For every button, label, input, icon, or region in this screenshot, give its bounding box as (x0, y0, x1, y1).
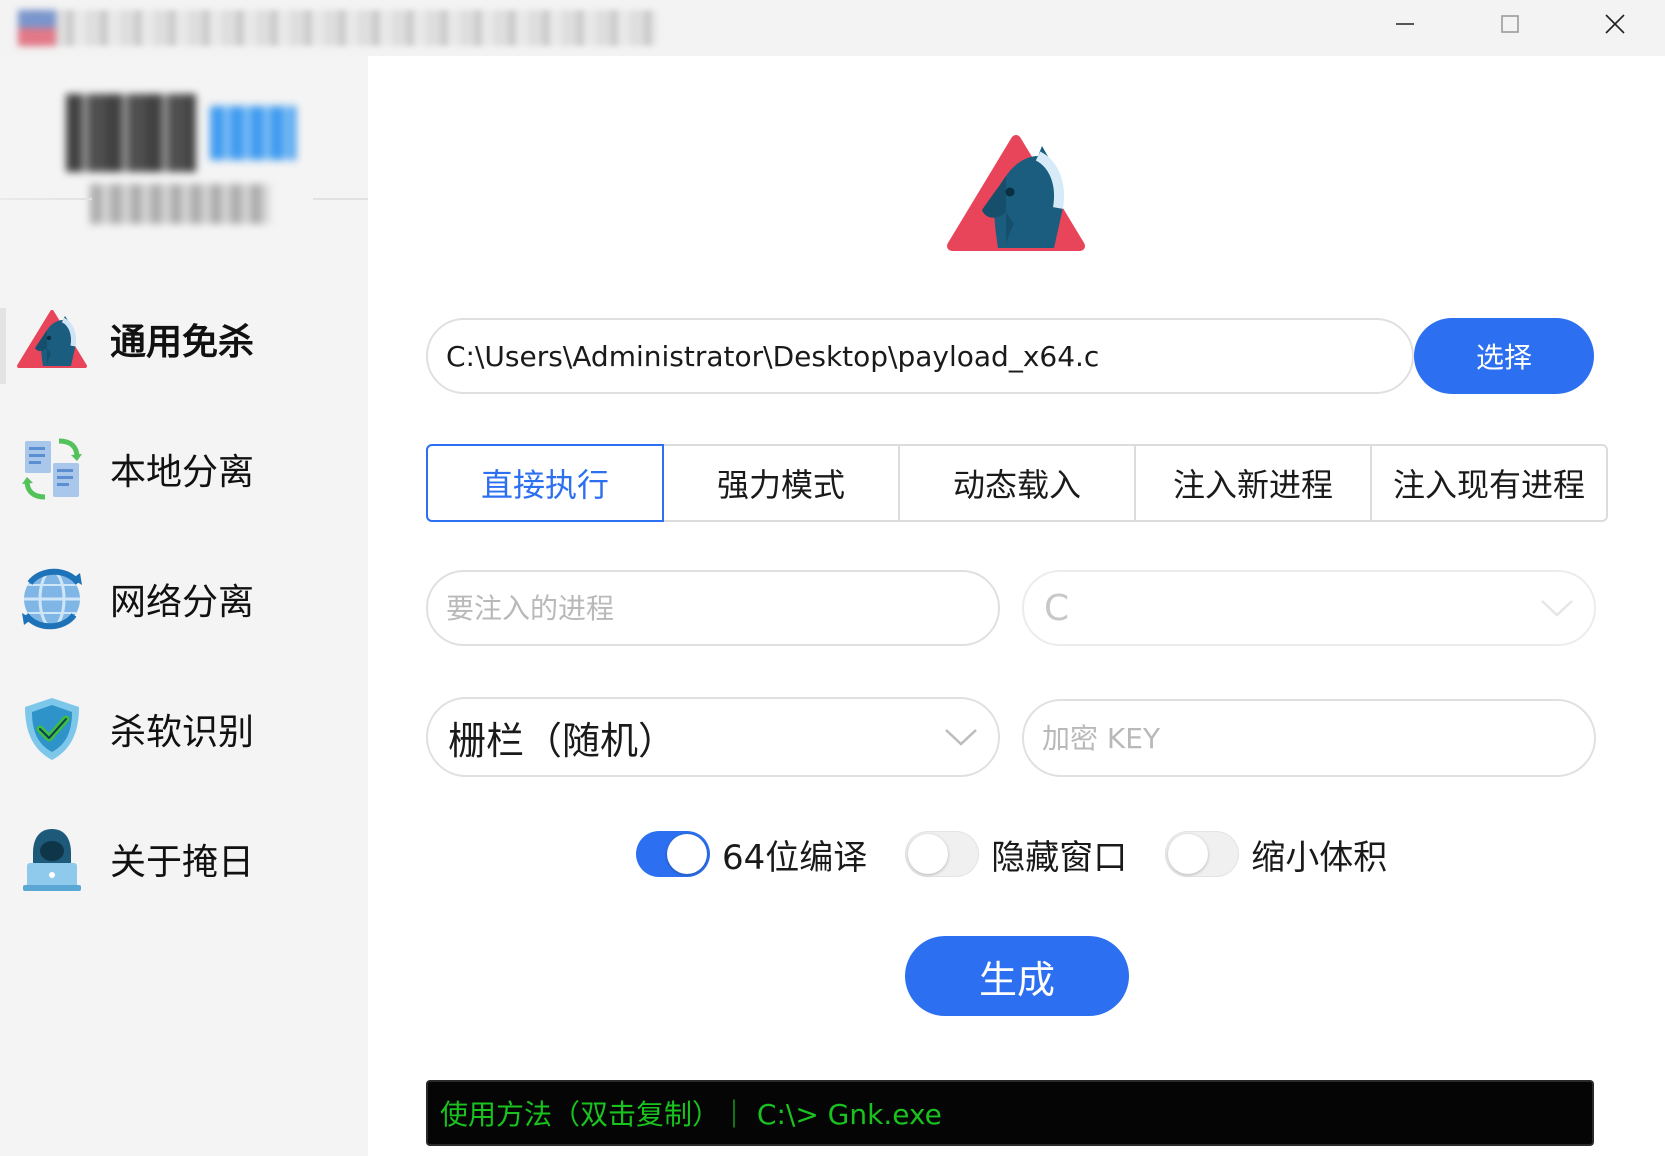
window-title-blurred (18, 10, 658, 46)
language-select-value: C (1044, 587, 1070, 629)
minimize-icon (1396, 23, 1414, 25)
tab-inject-new-process[interactable]: 注入新进程 (1136, 446, 1372, 520)
sidebar-item-av-detection[interactable]: 杀软识别 (0, 664, 368, 794)
maximize-button[interactable] (1460, 0, 1560, 48)
toggle-switch-64bit[interactable] (636, 831, 710, 877)
toggle-hide-window: 隐藏窗口 (905, 830, 1127, 879)
sidebar-nav: 通用免杀 本地分离 网络分离 杀软识别 关于掩日 (0, 274, 368, 924)
sidebar-item-label: 网络分离 (110, 582, 255, 623)
toggle-reduce-size: 缩小体积 (1165, 830, 1387, 879)
horse-logo-icon (946, 132, 1086, 256)
tab-inject-existing-process[interactable]: 注入现有进程 (1372, 446, 1606, 520)
toggle-label: 64位编译 (722, 837, 868, 878)
sidebar-item-label: 本地分离 (110, 452, 255, 493)
tab-dynamic-load[interactable]: 动态载入 (900, 446, 1136, 520)
sidebar-item-about[interactable]: 关于掩日 (0, 794, 368, 924)
option-toggles: 64位编译 隐藏窗口 缩小体积 (636, 828, 1425, 880)
tab-direct-execute[interactable]: 直接执行 (426, 444, 664, 522)
close-button[interactable] (1565, 0, 1665, 48)
chevron-down-icon (1541, 600, 1573, 617)
usage-console[interactable]: 使用方法（双击复制）｜ C:\> Gnk.exe (426, 1080, 1594, 1146)
app-subtitle-blurred (90, 184, 270, 224)
maximize-icon (1501, 15, 1519, 33)
toggle-label: 缩小体积 (1251, 837, 1388, 878)
sidebar-item-network-separation[interactable]: 网络分离 (0, 534, 368, 664)
language-select[interactable]: C (1022, 570, 1596, 646)
mode-tabs: 直接执行 强力模式 动态载入 注入新进程 注入现有进程 (426, 444, 1608, 522)
sidebar: 通用免杀 本地分离 网络分离 杀软识别 关于掩日 (0, 56, 368, 1156)
main-panel: 选择 直接执行 强力模式 动态载入 注入新进程 注入现有进程 C 栅栏（随机） … (368, 56, 1665, 1156)
sidebar-item-local-separation[interactable]: 本地分离 (0, 404, 368, 534)
files-sync-icon (16, 433, 88, 505)
toggle-switch-reduce-size[interactable] (1165, 831, 1240, 877)
select-file-button[interactable]: 选择 (1414, 318, 1594, 394)
toggle-64bit-compile: 64位编译 (636, 830, 867, 879)
horse-icon (16, 303, 88, 375)
encryption-method-select[interactable]: 栅栏（随机） (426, 697, 1000, 777)
sidebar-item-general-evasion[interactable]: 通用免杀 (0, 274, 368, 404)
close-icon (1605, 14, 1625, 34)
minimize-button[interactable] (1355, 0, 1455, 48)
sidebar-divider (0, 198, 368, 200)
generate-button[interactable]: 生成 (905, 936, 1129, 1016)
toggle-switch-hide-window[interactable] (905, 831, 980, 877)
shield-check-icon (16, 693, 88, 765)
globe-sync-icon (16, 563, 88, 635)
encryption-method-value: 栅栏（随机） (448, 718, 677, 763)
toggle-label: 隐藏窗口 (991, 837, 1128, 878)
target-process-input[interactable] (426, 570, 1000, 646)
sidebar-item-label: 通用免杀 (110, 322, 255, 363)
app-logo-blurred (60, 94, 300, 174)
sidebar-item-label: 杀软识别 (110, 712, 255, 753)
hacker-laptop-icon (16, 823, 88, 895)
encryption-key-input[interactable] (1022, 699, 1596, 777)
payload-path-input[interactable] (426, 318, 1414, 394)
chevron-down-icon (945, 729, 977, 746)
sidebar-item-label: 关于掩日 (110, 842, 255, 883)
title-bar (0, 0, 1665, 56)
tab-power-mode[interactable]: 强力模式 (664, 446, 900, 520)
